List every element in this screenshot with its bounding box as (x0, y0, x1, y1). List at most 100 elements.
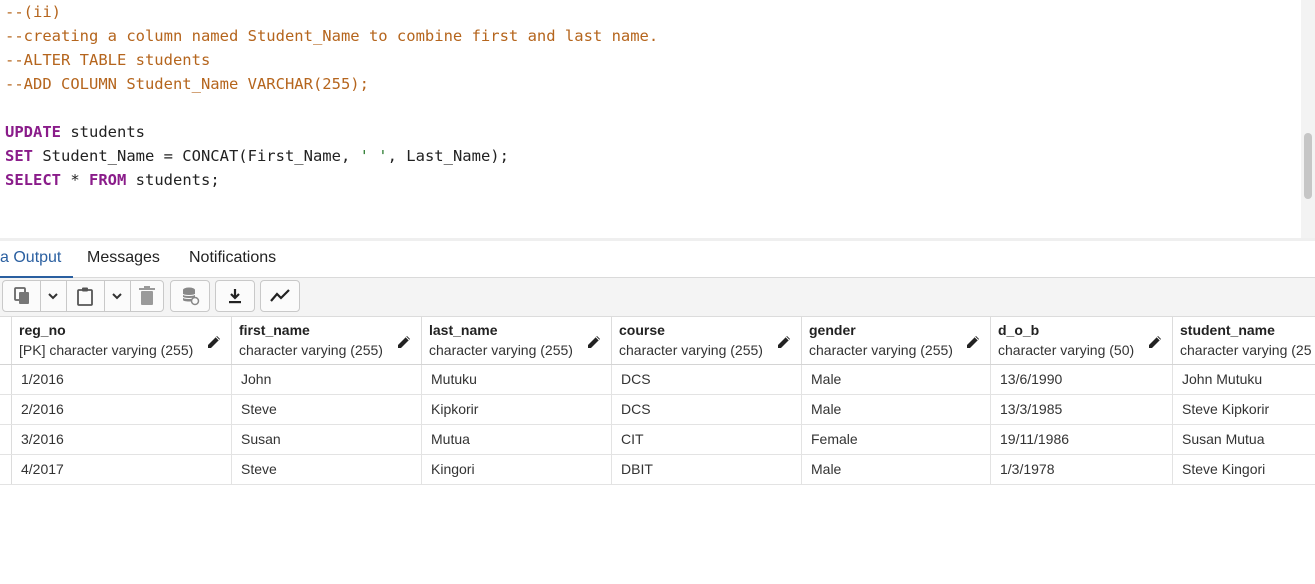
edit-column-icon[interactable] (775, 333, 793, 351)
column-header-first-name[interactable]: first_name character varying (255) (232, 317, 422, 365)
tab-label: a Output (0, 249, 62, 266)
row-selector[interactable] (0, 425, 12, 454)
table-cell[interactable]: John (232, 365, 422, 395)
table-cell[interactable]: Mutuku (422, 365, 612, 395)
table-cell[interactable]: Female (802, 425, 991, 455)
column-header-course[interactable]: course character varying (255) (612, 317, 802, 365)
editor-scrollbar[interactable] (1301, 0, 1315, 240)
column-name: reg_no (19, 322, 66, 338)
tab-label: Notifications (189, 249, 277, 266)
paste-options-dropdown[interactable] (105, 281, 129, 311)
table-cell[interactable]: DBIT (612, 455, 802, 485)
table-cell[interactable]: Susan (232, 425, 422, 455)
row-selector[interactable] (0, 455, 12, 484)
table-cell[interactable]: 3/2016 (12, 425, 232, 455)
table-cell[interactable]: Mutua (422, 425, 612, 455)
download-icon (229, 289, 241, 304)
edit-column-icon[interactable] (395, 333, 413, 351)
sql-comment: --ALTER TABLE students (5, 51, 211, 69)
code-line[interactable]: SET Student_Name = CONCAT(First_Name, ' … (5, 144, 509, 168)
column-header-gender[interactable]: gender character varying (255) (802, 317, 991, 365)
column-type: character varying (255) (429, 342, 573, 358)
table-cell[interactable]: Kipkorir (422, 395, 612, 425)
code-line[interactable]: --ADD COLUMN Student_Name VARCHAR(255); (5, 72, 369, 96)
row-header-corner (0, 317, 12, 365)
column-header-student-name[interactable]: student_name character varying (25 (1173, 317, 1315, 365)
edit-column-icon[interactable] (205, 333, 223, 351)
sql-comment: --ADD COLUMN Student_Name VARCHAR(255); (5, 75, 369, 93)
editor-scrollbar-thumb[interactable] (1304, 133, 1312, 199)
code-line[interactable]: --(ii) (5, 0, 61, 24)
code-line[interactable]: --ALTER TABLE students (5, 48, 210, 72)
save-data-button[interactable] (171, 281, 209, 311)
download-button[interactable] (216, 281, 254, 311)
table-cell[interactable]: 4/2017 (12, 455, 232, 485)
table-cell[interactable]: John Mutuku (1173, 365, 1315, 395)
table-cell[interactable]: 1/2016 (12, 365, 232, 395)
column-header-reg-no[interactable]: reg_no [PK] character varying (255) (12, 317, 232, 365)
column-header-last-name[interactable]: last_name character varying (255) (422, 317, 612, 365)
table-cell[interactable]: 2/2016 (12, 395, 232, 425)
tab-notifications[interactable]: Notifications (189, 241, 276, 276)
table-cell[interactable]: DCS (612, 365, 802, 395)
table-cell[interactable]: Steve Kipkorir (1173, 395, 1315, 425)
table-cell[interactable]: 19/11/1986 (991, 425, 1173, 455)
column-type: character varying (255) (809, 342, 953, 358)
table-cell[interactable]: 1/3/1978 (991, 455, 1173, 485)
column-name: last_name (429, 322, 498, 338)
table-row[interactable]: 4/2017 Steve Kingori DBIT Male 1/3/1978 Steve … (0, 455, 1315, 485)
delete-icon (139, 286, 155, 305)
table-cell[interactable]: CIT (612, 425, 802, 455)
sql-editor[interactable]: --(ii) --creating a column named Student_… (0, 0, 1300, 238)
column-header-d-o-b[interactable]: d_o_b character varying (50) (991, 317, 1173, 365)
table-row[interactable]: 3/2016 Susan Mutua CIT Female 19/11/1986 Susan… (0, 425, 1315, 455)
table-cell[interactable]: Male (802, 365, 991, 395)
edit-column-icon[interactable] (964, 333, 982, 351)
table-cell[interactable]: Steve (232, 395, 422, 425)
tab-messages[interactable]: Messages (87, 241, 160, 276)
table-cell[interactable]: 13/3/1985 (991, 395, 1173, 425)
code-line[interactable]: SELECT * FROM students; (5, 168, 220, 192)
table-cell[interactable]: Male (802, 455, 991, 485)
result-tabs: a Output Messages Notifications (0, 241, 1315, 278)
edit-column-icon[interactable] (1146, 333, 1164, 351)
column-type: character varying (25 (1180, 342, 1312, 358)
copy-button[interactable] (6, 281, 38, 311)
sql-text: Student_Name = CONCAT(First_Name, (33, 147, 360, 165)
table-cell[interactable]: Steve (232, 455, 422, 485)
table-cell[interactable]: Male (802, 395, 991, 425)
save-data-icon (182, 287, 200, 306)
table-row[interactable]: 2/2016 Steve Kipkorir DCS Male 13/3/1985 Steve… (0, 395, 1315, 425)
sql-text: , Last_Name); (387, 147, 509, 165)
edit-column-icon[interactable] (585, 333, 603, 351)
column-name: first_name (239, 322, 310, 338)
table-cell[interactable]: Kingori (422, 455, 612, 485)
sql-comment: --creating a column named Student_Name t… (5, 27, 659, 45)
delete-button[interactable] (131, 281, 163, 311)
table-row[interactable]: 1/2016 John Mutuku DCS Male 13/6/1990 John Mut… (0, 365, 1315, 395)
code-line[interactable]: UPDATE students (5, 120, 145, 144)
tab-data-output[interactable]: a Output (0, 241, 73, 278)
paste-icon (77, 287, 93, 306)
column-type: character varying (50) (998, 342, 1135, 358)
code-line[interactable]: --creating a column named Student_Name t… (5, 24, 658, 48)
copy-options-dropdown[interactable] (41, 281, 65, 311)
graph-visualiser-button[interactable] (261, 281, 299, 311)
row-selector[interactable] (0, 395, 12, 424)
download-group (215, 280, 255, 312)
table-cell[interactable]: 13/6/1990 (991, 365, 1173, 395)
graph-icon (270, 289, 290, 302)
column-name: student_name (1180, 322, 1275, 338)
column-type: character varying (255) (239, 342, 383, 358)
table-cell[interactable]: DCS (612, 395, 802, 425)
chevron-down-icon (48, 293, 58, 300)
sql-text: ' ' (359, 147, 388, 165)
column-name: d_o_b (998, 322, 1040, 338)
paste-button[interactable] (67, 281, 103, 311)
sql-text: * (61, 171, 89, 189)
table-cell[interactable]: Steve Kingori (1173, 455, 1315, 485)
column-type: [PK] character varying (255) (19, 342, 194, 358)
sql-keyword: SET (5, 147, 33, 165)
table-cell[interactable]: Susan Mutua (1173, 425, 1315, 455)
row-selector[interactable] (0, 365, 12, 394)
